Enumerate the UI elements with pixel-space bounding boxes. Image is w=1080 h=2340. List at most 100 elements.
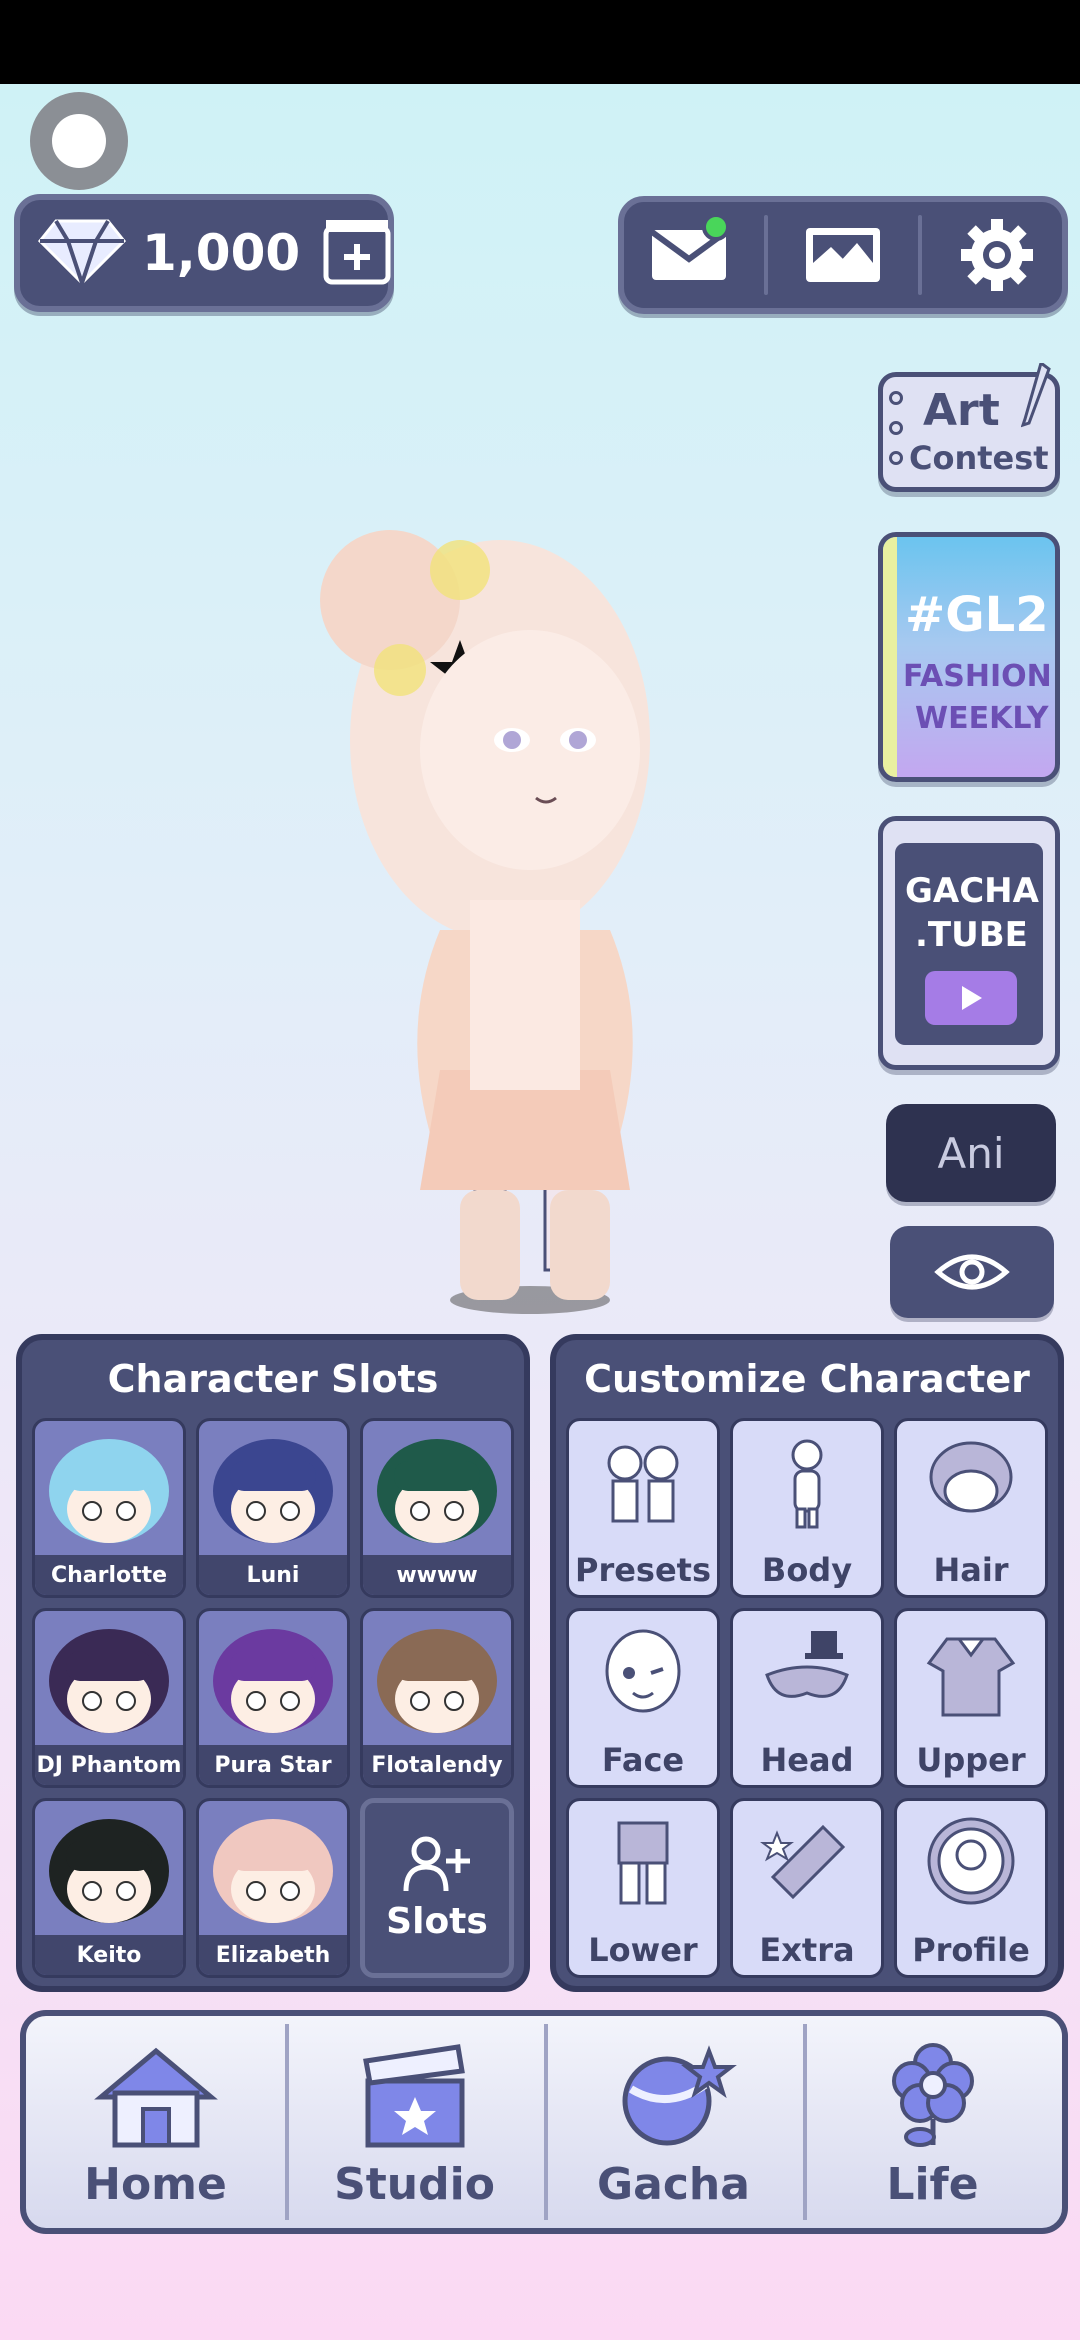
customize-head-button[interactable]: Head (730, 1608, 884, 1788)
presets-icon (607, 1445, 679, 1523)
character-portrait (49, 1629, 169, 1733)
floating-menu-button[interactable] (30, 92, 128, 190)
character-slot-name: Elizabeth (199, 1935, 347, 1975)
nav-gacha-label: Gacha (597, 2159, 750, 2210)
art-contest-title: Art (923, 385, 1000, 436)
extra-icon (760, 1824, 846, 1900)
profile-icon (927, 1817, 1015, 1905)
character-portrait (49, 1819, 169, 1923)
customize-lower-label: Lower (588, 1931, 698, 1969)
visibility-toggle-button[interactable] (890, 1226, 1054, 1318)
nav-gacha[interactable]: Gacha (544, 2016, 803, 2228)
character-slot[interactable]: DJ Phantom (32, 1608, 186, 1788)
character-slots-title: Character Slots (107, 1357, 439, 1401)
character-slot[interactable]: Keito (32, 1798, 186, 1978)
notification-dot (702, 213, 730, 241)
character-slot-name: Flotalendy (363, 1745, 511, 1785)
mail-button[interactable] (634, 205, 744, 305)
character-portrait (213, 1819, 333, 1923)
customize-hair-button[interactable]: Hair (894, 1418, 1048, 1598)
character-slot[interactable]: Flotalendy (360, 1608, 514, 1788)
customize-presets-button[interactable]: Presets (566, 1418, 720, 1598)
gacha-tube-line1: GACHA (905, 871, 1039, 911)
settings-button[interactable] (942, 205, 1052, 305)
character-slot[interactable]: Elizabeth (196, 1798, 350, 1978)
character-portrait (377, 1629, 497, 1733)
nav-studio[interactable]: Studio (285, 2016, 544, 2228)
gem-count: 1,000 (142, 224, 301, 282)
upper-icon (926, 1637, 1016, 1717)
gl2-hashtag: #GL2 (905, 587, 1049, 643)
gacha-orb-icon (622, 2045, 737, 2146)
lower-icon (617, 1821, 669, 1905)
nav-life-label: Life (886, 2159, 979, 2210)
customize-upper-label: Upper (916, 1741, 1026, 1779)
customize-face-label: Face (601, 1741, 685, 1779)
face-icon (605, 1629, 681, 1713)
customize-character-title: Customize Character (584, 1357, 1030, 1401)
customize-extra-button[interactable]: Extra (730, 1798, 884, 1978)
customize-presets-label: Presets (574, 1551, 712, 1589)
add-video-icon (323, 220, 391, 285)
character-portrait (213, 1629, 333, 1733)
character-slot[interactable]: Pura Star (196, 1608, 350, 1788)
fashion-weekly-button[interactable]: #GL2 FASHION WEEKLY (878, 532, 1060, 782)
customize-profile-label: Profile (912, 1931, 1030, 1969)
customize-hair-label: Hair (933, 1551, 1009, 1589)
nav-life[interactable]: Life (803, 2016, 1062, 2228)
character-slot[interactable]: Luni (196, 1418, 350, 1598)
top-toolbar (618, 196, 1068, 314)
body-icon (791, 1439, 823, 1529)
gallery-button[interactable] (788, 205, 898, 305)
customize-body-label: Body (761, 1551, 853, 1589)
eye-icon (934, 1254, 1010, 1290)
character-portrait (377, 1439, 497, 1543)
status-bar (0, 0, 1080, 84)
ani-button[interactable]: Ani (886, 1104, 1056, 1202)
customize-face-button[interactable]: Face (566, 1608, 720, 1788)
image-icon (806, 228, 880, 282)
character-slot[interactable]: wwww (360, 1418, 514, 1598)
add-user-icon (403, 1836, 470, 1891)
bottom-navigation: Home Studio Gacha Life (20, 2010, 1068, 2234)
character-slots-panel: Character Slots Charlotte Luni wwww DJ Phan… (16, 1334, 530, 1992)
flower-icon (891, 2043, 974, 2147)
customize-character-panel: Customize Character Presets Body Hair Face H… (550, 1334, 1064, 1992)
play-icon (925, 971, 1017, 1025)
house-icon (93, 2047, 218, 2148)
nav-home-label: Home (84, 2159, 227, 2210)
add-gems-button[interactable] (322, 216, 392, 290)
nav-studio-label: Studio (334, 2159, 495, 2210)
gacha-tube-button[interactable]: GACHA .TUBE (878, 816, 1060, 1070)
customize-lower-button[interactable]: Lower (566, 1798, 720, 1978)
gear-icon (961, 219, 1033, 291)
character-preview[interactable] (300, 510, 740, 1350)
gacha-tube-line2: .TUBE (915, 915, 1028, 955)
character-slot-name: Keito (35, 1935, 183, 1975)
character-slot-name: Luni (199, 1555, 347, 1595)
clapperboard-icon (362, 2044, 465, 2148)
add-slots-label: Slots (386, 1900, 488, 1942)
art-contest-subtitle: Contest (909, 439, 1049, 477)
character-slot-name: wwww (363, 1555, 511, 1595)
character-slot-name: DJ Phantom (35, 1745, 183, 1785)
nav-home[interactable]: Home (26, 2016, 285, 2228)
head-icon (765, 1631, 849, 1698)
customize-head-label: Head (760, 1741, 854, 1779)
customize-extra-label: Extra (759, 1931, 855, 1969)
add-slots-button[interactable]: Slots (360, 1798, 514, 1978)
diamond-icon (36, 215, 128, 291)
pencil-icon (1021, 363, 1051, 428)
customize-body-button[interactable]: Body (730, 1418, 884, 1598)
character-portrait (213, 1439, 333, 1543)
character-slot-name: Charlotte (35, 1555, 183, 1595)
customize-profile-button[interactable]: Profile (894, 1798, 1048, 1978)
gem-counter: 1,000 (14, 194, 394, 312)
character-slot-name: Pura Star (199, 1745, 347, 1785)
art-contest-button[interactable]: Art Contest (878, 363, 1060, 492)
character-slot[interactable]: Charlotte (32, 1418, 186, 1598)
hair-icon (929, 1441, 1013, 1513)
character-portrait (49, 1439, 169, 1543)
customize-upper-button[interactable]: Upper (894, 1608, 1048, 1788)
weekly-label: WEEKLY (915, 701, 1049, 736)
